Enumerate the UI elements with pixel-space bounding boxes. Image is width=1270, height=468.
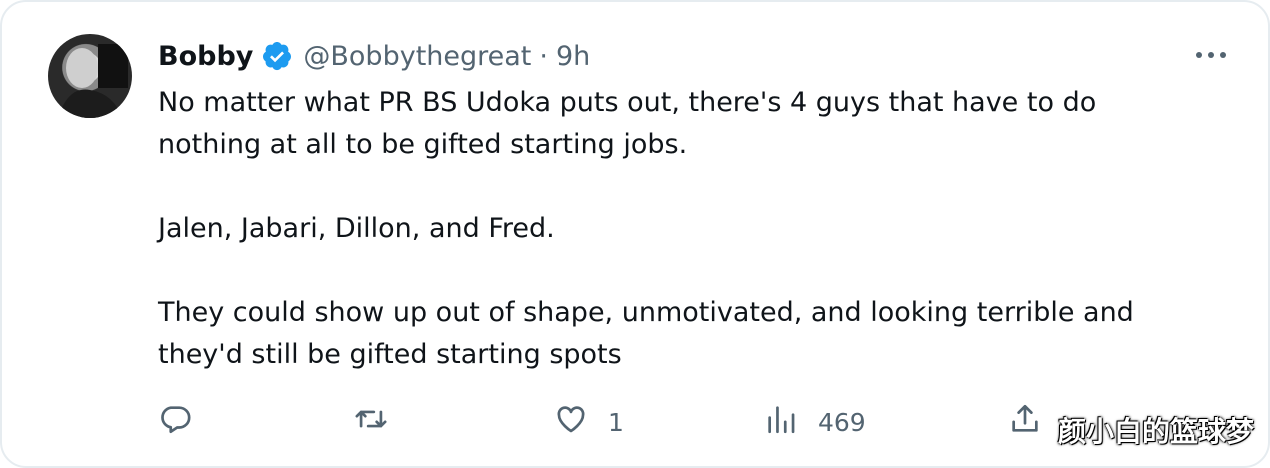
- retweet-icon: [354, 402, 388, 442]
- avatar[interactable]: [48, 34, 132, 118]
- author-name[interactable]: Bobby: [158, 41, 253, 72]
- like-button[interactable]: 1: [554, 400, 624, 444]
- author-handle[interactable]: @Bobbythegreat: [303, 41, 531, 72]
- separator-dot: ·: [539, 40, 548, 72]
- views-count: 469: [818, 407, 866, 437]
- more-options-icon[interactable]: [1194, 42, 1228, 68]
- tweet-time[interactable]: 9h: [556, 41, 590, 72]
- heart-icon: [554, 402, 588, 442]
- tweet-text-line: nothing at all to be gifted starting job…: [158, 129, 688, 160]
- reply-button[interactable]: [158, 400, 192, 444]
- tweet-header: Bobby @Bobbythegreat · 9h: [158, 36, 590, 76]
- tweet-text-line: No matter what PR BS Udoka puts out, the…: [158, 87, 1097, 118]
- share-button[interactable]: [1008, 400, 1042, 444]
- views-icon: [764, 402, 798, 442]
- reply-icon: [158, 402, 192, 442]
- tweet-card[interactable]: Bobby @Bobbythegreat · 9h No matter what…: [0, 0, 1270, 468]
- watermark-text: 颜小白的篮球梦: [1057, 415, 1254, 448]
- share-icon: [1008, 402, 1042, 442]
- tweet-text: No matter what PR BS Udoka puts out, the…: [158, 82, 1218, 376]
- views-button[interactable]: 469: [764, 400, 866, 444]
- like-count: 1: [608, 407, 624, 437]
- tweet-text-line: Jalen, Jabari, Dillon, and Fred.: [158, 213, 555, 244]
- tweet-text-line: they'd still be gifted starting spots: [158, 339, 622, 370]
- verified-badge-icon: [261, 40, 293, 72]
- avatar-image: [58, 44, 128, 118]
- tweet-text-line: They could show up out of shape, unmotiv…: [158, 297, 1134, 328]
- retweet-button[interactable]: [354, 400, 388, 444]
